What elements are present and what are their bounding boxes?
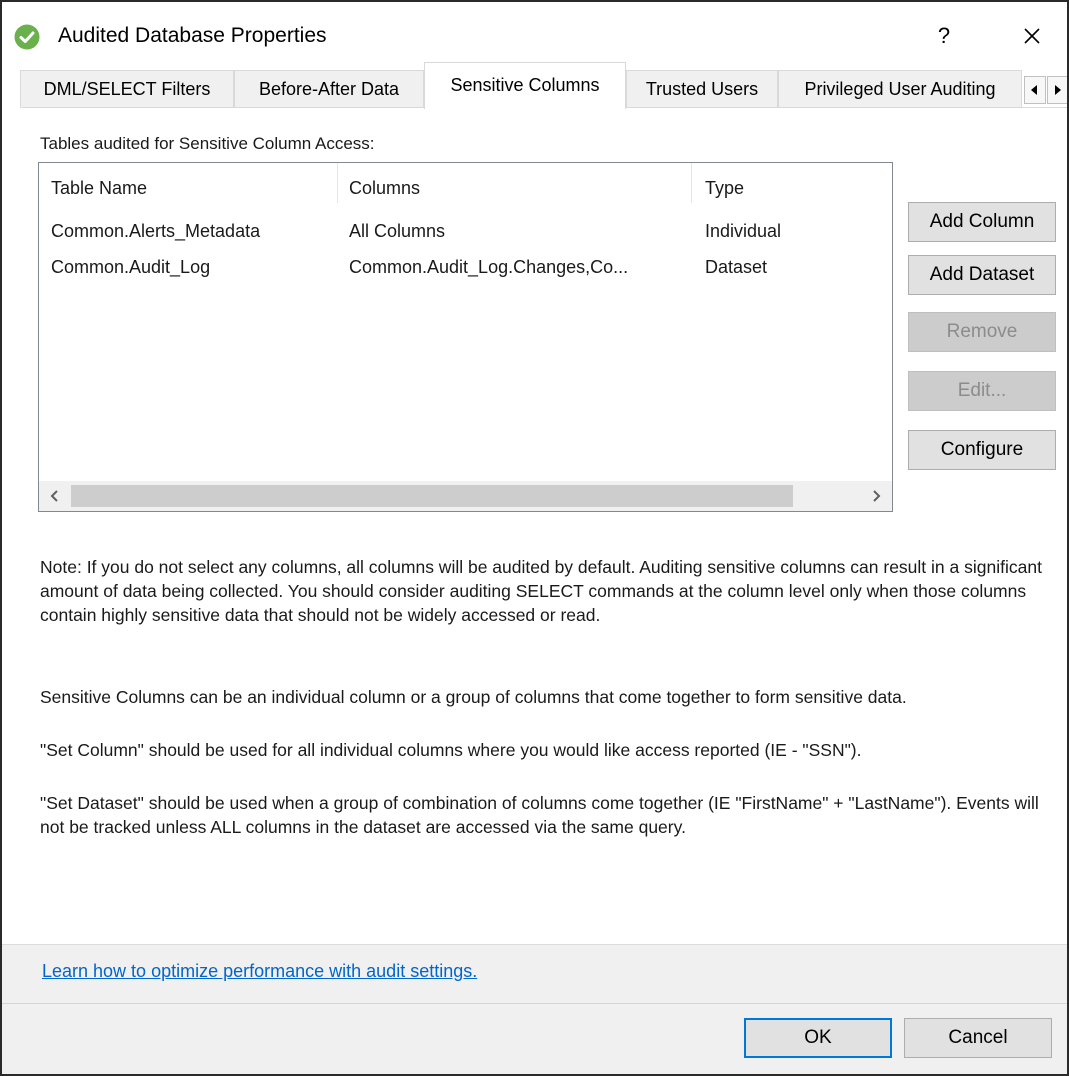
note-paragraph: Note: If you do not select any columns, … [40,557,1042,625]
help-button[interactable]: ? [922,18,966,54]
window-title: Audited Database Properties [58,24,327,47]
dialog-window: Audited Database Properties ? DML/SELECT… [0,0,1069,1076]
set-dataset-description: "Set Dataset" should be used when a grou… [40,793,1039,837]
chevron-right-icon [873,490,881,502]
triangle-left-icon [1031,85,1037,95]
add-column-button[interactable]: Add Column [908,202,1056,242]
cell-columns: Common.Audit_Log.Changes,Co... [349,257,629,277]
cancel-button[interactable]: Cancel [904,1018,1052,1058]
tab-trusted-users[interactable]: Trusted Users [626,70,778,108]
scrollbar-thumb[interactable] [71,485,793,507]
tab-scroll-right-button[interactable] [1047,76,1067,104]
add-dataset-button[interactable]: Add Dataset [908,255,1056,295]
sensitive-tables-list[interactable]: Table Name Columns Type Common.Alerts_Me… [38,162,893,512]
list-header: Table Name Columns Type [39,163,892,203]
ok-button[interactable]: OK [744,1018,892,1058]
scroll-left-button[interactable] [39,481,69,511]
tab-strip: DML/SELECT Filters Before-After Data Sen… [2,60,1067,109]
footer-divider [2,1003,1067,1004]
cell-table-name: Common.Audit_Log [51,257,211,277]
close-button[interactable] [1002,16,1062,56]
column-separator[interactable] [691,163,692,203]
tab-before-after-data[interactable]: Before-After Data [234,70,424,108]
cell-type: Dataset [705,257,768,277]
title-bar: Audited Database Properties ? [2,2,1067,62]
sensitive-columns-description: Sensitive Columns can be an individual c… [40,687,907,707]
tab-scroll-left-button[interactable] [1024,76,1046,104]
configure-button[interactable]: Configure [908,430,1056,470]
column-header-type[interactable]: Type [705,177,744,199]
column-header-table-name[interactable]: Table Name [51,177,147,199]
close-icon [1024,28,1040,44]
tab-privileged-user-auditing[interactable]: Privileged User Auditing [778,70,1022,108]
optimize-performance-link[interactable]: Learn how to optimize performance with a… [42,959,477,983]
horizontal-scrollbar[interactable] [39,481,892,511]
column-separator[interactable] [337,163,338,203]
cell-table-name: Common.Alerts_Metadata [51,221,261,241]
table-row[interactable]: Common.Alerts_Metadata All Columns Indiv… [39,219,892,255]
table-row[interactable]: Common.Audit_Log Common.Audit_Log.Change… [39,255,892,291]
green-check-circle-icon [14,24,40,50]
remove-button[interactable]: Remove [908,312,1056,352]
triangle-right-icon [1055,85,1061,95]
tab-sensitive-columns[interactable]: Sensitive Columns [424,62,626,109]
set-column-description: "Set Column" should be used for all indi… [40,740,862,760]
cell-type: Individual [705,221,782,241]
edit-button[interactable]: Edit... [908,371,1056,411]
column-header-columns[interactable]: Columns [349,177,420,199]
cell-columns: All Columns [349,221,446,241]
scroll-right-button[interactable] [862,481,892,511]
section-label: Tables audited for Sensitive Column Acce… [40,134,375,153]
chevron-left-icon [50,490,58,502]
tab-dml-select-filters[interactable]: DML/SELECT Filters [20,70,234,108]
